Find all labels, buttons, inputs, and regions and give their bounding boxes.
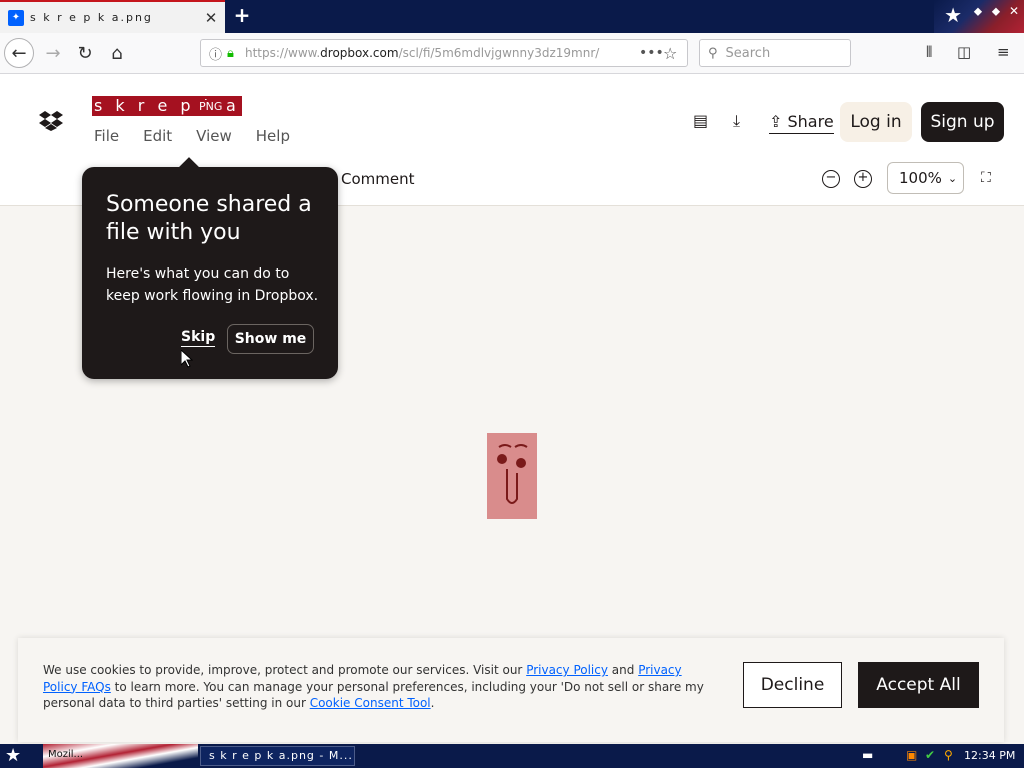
hamburger-menu-icon[interactable]: ≡ (997, 43, 1010, 61)
menu-help[interactable]: Help (256, 127, 290, 145)
cookie-consent-link[interactable]: Cookie Consent Tool (310, 696, 431, 710)
menu-file[interactable]: File (94, 127, 119, 145)
search-icon: ⚲ (708, 45, 718, 61)
taskbar-window-item[interactable]: s k r e p k a.png - M... (200, 746, 355, 766)
network-icon[interactable]: ✔ (925, 748, 935, 762)
cookie-banner: We use cookies to provide, improve, prot… (18, 638, 1004, 742)
navigation-toolbar: ← → ↻ ⌂ ⓘ 🔒︎ https://www.dropbox.com/scl… (0, 33, 1024, 74)
file-menu-bar: File Edit View Help (94, 127, 314, 145)
minimize-icon[interactable]: ⬥ (970, 4, 986, 20)
lock-icon[interactable]: 🔒︎ (227, 46, 245, 61)
popup-body: Here's what you can do to keep work flow… (106, 266, 319, 304)
tab-title: s k r e p k a.png (30, 11, 153, 24)
show-me-button[interactable]: Show me (227, 324, 314, 354)
dropbox-favicon-icon: ✦ (8, 9, 24, 26)
dropbox-logo-icon[interactable] (39, 111, 63, 131)
download-icon[interactable]: ⤓ (733, 111, 740, 131)
start-star-icon[interactable]: ★ (5, 745, 21, 766)
clock: 12:34 PM (964, 749, 1016, 762)
decline-button[interactable]: Decline (743, 662, 842, 708)
share-button[interactable]: ⇪ Share (769, 112, 834, 134)
home-icon[interactable]: ⌂ (102, 38, 132, 68)
url-bar[interactable]: ⓘ 🔒︎ https://www.dropbox.com/scl/fi/5m6m… (200, 39, 688, 67)
privacy-policy-link[interactable]: Privacy Policy (526, 663, 608, 677)
image-preview[interactable] (487, 433, 537, 519)
taskbar-mozilla-item[interactable]: Mozil... (48, 749, 83, 760)
skip-button[interactable]: Skip (181, 329, 216, 347)
comment-button[interactable]: Comment (341, 170, 415, 188)
info-icon[interactable]: ⓘ (209, 44, 227, 63)
close-window-icon[interactable]: ✕ (1006, 4, 1022, 20)
accept-all-button[interactable]: Accept All (858, 662, 979, 708)
page-actions-icon[interactable]: ••• (639, 45, 664, 61)
star-logo-icon: ★ (944, 3, 962, 27)
zoom-in-icon[interactable]: + (854, 170, 872, 188)
zoom-out-icon[interactable]: − (822, 170, 840, 188)
new-tab-icon[interactable]: + (231, 4, 253, 26)
log-in-button[interactable]: Log in (840, 102, 912, 142)
search-input[interactable]: ⚲ Search (699, 39, 851, 67)
maximize-icon[interactable]: ⬥ (988, 4, 1004, 20)
search-tray-icon[interactable]: ⚲ (944, 748, 953, 762)
browser-tab-bar: ✦ s k r e p k a.png ✕ + ★ ⬥ ⬥ ✕ (0, 0, 1024, 33)
share-icon: ⇪ (769, 112, 783, 131)
forward-icon[interactable]: → (38, 38, 68, 68)
comment-icon[interactable]: ▤ (693, 111, 708, 130)
chevron-down-icon: ⌄ (947, 171, 958, 185)
back-icon[interactable]: ← (4, 38, 34, 68)
library-icon[interactable]: ⫴ (926, 43, 932, 61)
close-tab-icon[interactable]: ✕ (201, 9, 221, 27)
onboarding-popup: Someone shared a file with you Here's wh… (82, 157, 338, 379)
tray-app-icon[interactable]: ▣ (906, 748, 917, 762)
keyboard-icon[interactable]: ▬ (862, 748, 873, 762)
paperclip-image (497, 444, 528, 504)
file-extension-badge: PNG (197, 100, 225, 114)
sidebar-icon[interactable]: ◫ (957, 43, 971, 61)
popup-title: Someone shared a file with you (106, 192, 312, 245)
bookmark-star-icon[interactable]: ☆ (663, 44, 687, 63)
zoom-select[interactable]: 100% ⌄ (887, 162, 964, 194)
dropbox-page: s k r e p k a PNG File Edit View Help ▤ … (0, 74, 1024, 744)
menu-edit[interactable]: Edit (143, 127, 172, 145)
url-text[interactable]: https://www.dropbox.com/scl/fi/5m6mdlvjg… (245, 46, 639, 60)
taskbar: ★ Mozil... s k r e p k a.png - M... ▬ ▣ … (0, 744, 1024, 768)
mouse-cursor-icon (181, 350, 193, 368)
menu-view[interactable]: View (196, 127, 232, 145)
browser-tab[interactable]: ✦ s k r e p k a.png ✕ (0, 0, 225, 33)
zoom-value: 100% (899, 169, 942, 187)
search-placeholder: Search (725, 45, 771, 61)
reload-icon[interactable]: ↻ (70, 38, 100, 68)
fullscreen-icon[interactable]: ⛶ (981, 170, 991, 186)
sign-up-button[interactable]: Sign up (921, 102, 1004, 142)
cookie-text: We use cookies to provide, improve, prot… (43, 663, 704, 710)
